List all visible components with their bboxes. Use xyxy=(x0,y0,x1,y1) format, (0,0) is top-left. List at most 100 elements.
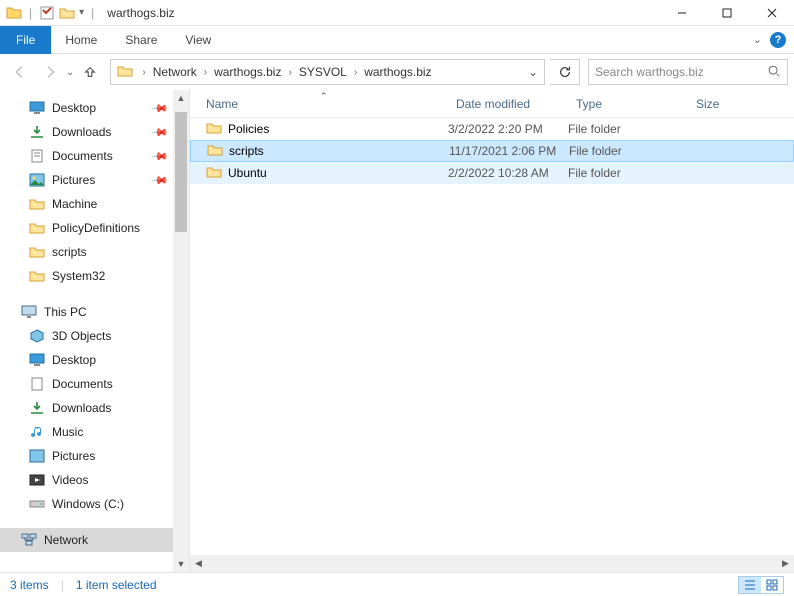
folder-icon xyxy=(6,5,22,21)
tree-item-scripts[interactable]: scripts xyxy=(0,240,189,264)
minimize-button[interactable] xyxy=(659,0,704,26)
horizontal-scrollbar[interactable]: ◀ ▶ xyxy=(190,555,794,572)
music-icon xyxy=(28,424,46,440)
refresh-button[interactable] xyxy=(550,59,580,85)
chevron-right-icon[interactable]: › xyxy=(201,67,210,78)
file-name: Ubuntu xyxy=(228,166,267,180)
file-name: scripts xyxy=(229,144,264,158)
forward-button[interactable] xyxy=(36,58,64,86)
navigation-tree[interactable]: Desktop📌 Downloads📌 Documents📌 Pictures📌… xyxy=(0,90,190,572)
file-list-pane: ⌃ Name Date modified Type Size Policies … xyxy=(190,90,794,572)
crumb-network[interactable]: Network xyxy=(149,60,201,84)
status-item-count: 3 items xyxy=(10,578,61,592)
quick-access-toolbar: | ▾ | warthogs.biz xyxy=(0,5,175,21)
file-date: 3/2/2022 2:20 PM xyxy=(448,122,568,136)
tree-item-downloads[interactable]: Downloads📌 xyxy=(0,120,189,144)
thumbnails-view-button[interactable] xyxy=(761,577,783,593)
pin-icon: 📌 xyxy=(151,171,170,190)
file-row[interactable]: Ubuntu 2/2/2022 10:28 AM File folder xyxy=(190,162,794,184)
file-tab[interactable]: File xyxy=(0,26,51,54)
crumb-domain-1[interactable]: warthogs.biz xyxy=(210,60,285,84)
sort-indicator-icon: ⌃ xyxy=(320,91,328,102)
document-icon xyxy=(28,376,46,392)
statusbar: 3 items | 1 item selected xyxy=(0,572,794,596)
breadcrumb-sep-icon[interactable]: › xyxy=(139,67,148,78)
picture-icon xyxy=(28,172,46,188)
tree-item-policydefinitions[interactable]: PolicyDefinitions xyxy=(0,216,189,240)
tree-item-pc-desktop[interactable]: Desktop xyxy=(0,348,189,372)
help-icon[interactable]: ? xyxy=(770,32,786,48)
tree-item-pc-pictures[interactable]: Pictures xyxy=(0,444,189,468)
file-name: Policies xyxy=(228,122,269,136)
tree-item-machine[interactable]: Machine xyxy=(0,192,189,216)
tab-share[interactable]: Share xyxy=(111,26,171,54)
maximize-button[interactable] xyxy=(704,0,749,26)
qat-separator-2: | xyxy=(91,6,94,20)
column-date[interactable]: Date modified xyxy=(448,90,568,117)
close-button[interactable] xyxy=(749,0,794,26)
scroll-track[interactable] xyxy=(207,555,777,572)
tree-item-network[interactable]: Network xyxy=(0,528,189,552)
scroll-left-icon[interactable]: ◀ xyxy=(190,555,207,572)
folder-icon xyxy=(207,143,223,160)
status-divider: | xyxy=(61,578,76,592)
pin-icon: 📌 xyxy=(151,123,170,142)
column-size[interactable]: Size xyxy=(688,90,794,117)
scroll-up-icon[interactable]: ▲ xyxy=(173,90,189,106)
status-selected-count: 1 item selected xyxy=(76,578,169,592)
column-type[interactable]: Type xyxy=(568,90,688,117)
qat-dropdown-icon[interactable]: ▾ xyxy=(79,7,84,18)
up-button[interactable] xyxy=(76,58,104,86)
tree-item-pc-music[interactable]: Music xyxy=(0,420,189,444)
file-row[interactable]: Policies 3/2/2022 2:20 PM File folder xyxy=(190,118,794,140)
network-icon xyxy=(20,532,38,548)
chevron-right-icon[interactable]: › xyxy=(285,67,294,78)
scroll-thumb[interactable] xyxy=(175,112,187,232)
file-row[interactable]: scripts 11/17/2021 2:06 PM File folder xyxy=(190,140,794,162)
file-type: File folder xyxy=(568,122,688,136)
tree-item-documents[interactable]: Documents📌 xyxy=(0,144,189,168)
navigation-bar: ⌄ › Network› warthogs.biz› SYSVOL› warth… xyxy=(0,54,794,90)
column-headers: ⌃ Name Date modified Type Size xyxy=(190,90,794,118)
search-input[interactable] xyxy=(595,65,767,79)
pin-icon: 📌 xyxy=(151,99,170,118)
tab-home[interactable]: Home xyxy=(51,26,111,54)
crumb-sysvol[interactable]: SYSVOL xyxy=(295,60,351,84)
file-rows: Policies 3/2/2022 2:20 PM File folder sc… xyxy=(190,118,794,184)
back-button[interactable] xyxy=(6,58,34,86)
titlebar: | ▾ | warthogs.biz xyxy=(0,0,794,26)
download-icon xyxy=(28,124,46,140)
tree-item-pc-videos[interactable]: Videos xyxy=(0,468,189,492)
address-bar[interactable]: › Network› warthogs.biz› SYSVOL› warthog… xyxy=(110,59,545,85)
chevron-right-icon[interactable]: › xyxy=(351,67,360,78)
tree-item-system32[interactable]: System32 xyxy=(0,264,189,288)
search-box[interactable] xyxy=(588,59,788,85)
search-icon[interactable] xyxy=(767,64,781,81)
file-type: File folder xyxy=(568,166,688,180)
tree-item-pictures[interactable]: Pictures📌 xyxy=(0,168,189,192)
tree-item-pc-downloads[interactable]: Downloads xyxy=(0,396,189,420)
tree-item-thispc[interactable]: This PC xyxy=(0,300,189,324)
address-dropdown-icon[interactable]: ⌄ xyxy=(522,60,544,84)
details-view-button[interactable] xyxy=(739,577,761,593)
location-folder-icon xyxy=(111,63,139,82)
ribbon-expand-icon[interactable]: ⌄ xyxy=(753,33,762,46)
tree-item-desktop[interactable]: Desktop📌 xyxy=(0,96,189,120)
scroll-right-icon[interactable]: ▶ xyxy=(777,555,794,572)
history-dropdown-icon[interactable]: ⌄ xyxy=(66,67,74,78)
tree-item-pc-documents[interactable]: Documents xyxy=(0,372,189,396)
view-mode-toggles xyxy=(738,576,784,594)
tree-item-pc-drive-c[interactable]: Windows (C:) xyxy=(0,492,189,516)
scroll-down-icon[interactable]: ▼ xyxy=(173,556,189,572)
folder-icon xyxy=(28,244,46,260)
new-folder-icon[interactable] xyxy=(59,5,75,21)
tree-item-3dobjects[interactable]: 3D Objects xyxy=(0,324,189,348)
qat-separator: | xyxy=(29,6,32,20)
picture-icon xyxy=(28,448,46,464)
tree-scrollbar[interactable]: ▲ ▼ xyxy=(173,90,189,572)
tab-view[interactable]: View xyxy=(171,26,225,54)
column-name[interactable]: Name xyxy=(190,90,448,117)
window-controls xyxy=(659,0,794,26)
crumb-domain-2[interactable]: warthogs.biz xyxy=(360,60,435,84)
properties-icon[interactable] xyxy=(39,5,55,21)
